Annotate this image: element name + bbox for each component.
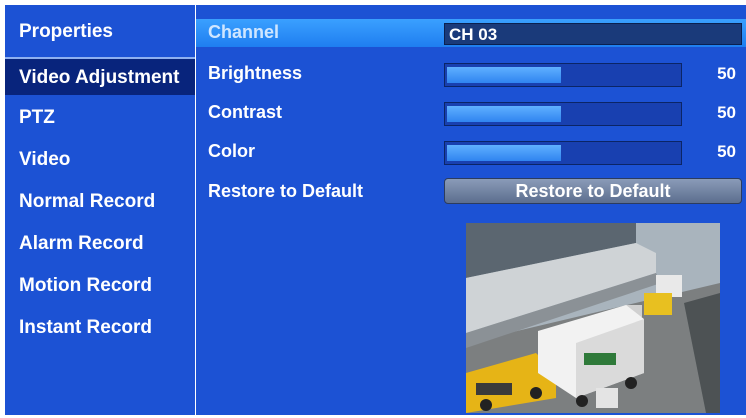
brightness-value: 50 [717, 64, 736, 83]
color-value: 50 [717, 142, 736, 161]
settings-sidebar: Properties Video Adjustment PTZ Video No… [5, 5, 195, 415]
channel-label: Channel [208, 22, 280, 42]
color-slider[interactable] [444, 141, 682, 165]
brightness-slider[interactable] [444, 63, 682, 87]
brightness-label: Brightness [208, 63, 303, 83]
video-adjustment-panel: Channel CH 03 Brightness 50 Contrast 50 … [196, 5, 746, 415]
camera-preview-image [466, 223, 720, 413]
restore-label: Restore to Default [208, 181, 364, 201]
sidebar-item-video-adjustment[interactable]: Video Adjustment [5, 57, 195, 95]
contrast-label: Contrast [208, 102, 283, 122]
contrast-slider[interactable] [444, 102, 682, 126]
contrast-slider-fill [447, 106, 561, 122]
camera-preview-scene [466, 223, 720, 413]
contrast-value: 50 [717, 103, 736, 122]
sidebar-item-instant-record[interactable]: Instant Record [5, 309, 195, 347]
channel-select[interactable]: CH 03 [444, 23, 742, 45]
sidebar-item-properties[interactable]: Properties [5, 13, 195, 51]
sidebar-item-motion-record[interactable]: Motion Record [5, 267, 195, 305]
brightness-slider-fill [447, 67, 561, 83]
color-slider-fill [447, 145, 561, 161]
dvr-settings-window: Properties Video Adjustment PTZ Video No… [0, 0, 746, 418]
sidebar-item-alarm-record[interactable]: Alarm Record [5, 225, 195, 263]
sidebar-item-video[interactable]: Video [5, 141, 195, 179]
sidebar-item-ptz[interactable]: PTZ [5, 99, 195, 137]
sidebar-item-normal-record[interactable]: Normal Record [5, 183, 195, 221]
color-label: Color [208, 141, 255, 161]
channel-row[interactable]: Channel CH 03 [196, 19, 746, 47]
restore-default-button[interactable]: Restore to Default [444, 178, 742, 204]
